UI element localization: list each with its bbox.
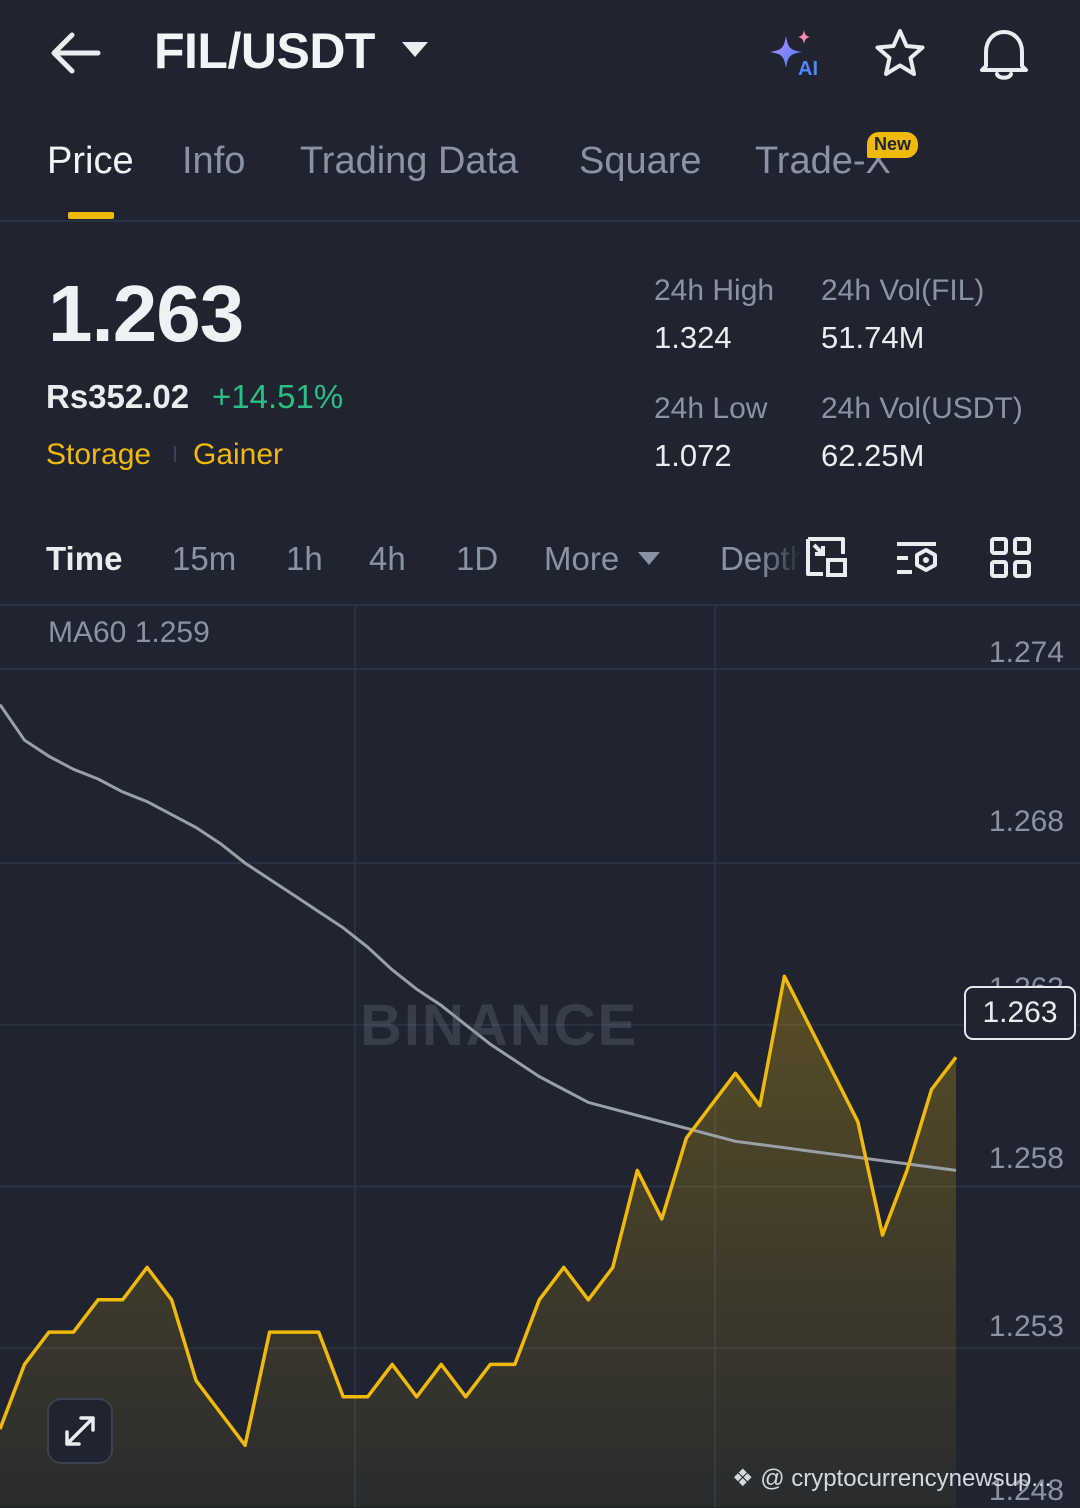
watermark-text: @ cryptocurrencynewsup... [760,1465,1052,1492]
expand-chart-button[interactable] [47,1398,113,1464]
y-tick-5: 1.253 [988,1310,1064,1343]
y-tick-1: 1.274 [988,636,1064,669]
price-chart[interactable] [0,0,1080,1507]
binance-watermark: BINANCE [360,993,639,1058]
y-tick-4: 1.258 [988,1142,1064,1175]
current-price-marker: 1.263 [964,986,1076,1040]
y-tick-2: 1.268 [988,805,1064,838]
source-watermark: ❖ @ cryptocurrencynewsup... [732,1464,1051,1493]
binance-diamond-icon: ❖ [732,1465,754,1492]
ma60-label: MA60 1.259 [48,616,210,649]
expand-icon [65,1416,95,1446]
